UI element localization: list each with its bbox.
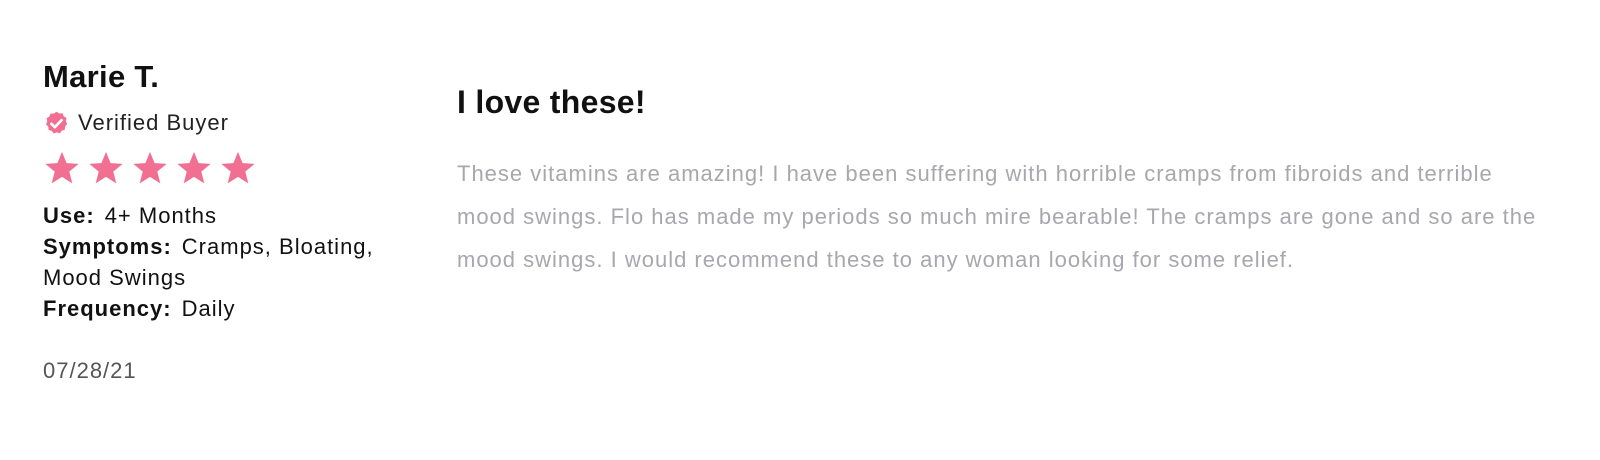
star-icon [131,149,169,187]
detail-frequency-key: Frequency: [43,296,172,321]
star-icon [175,149,213,187]
detail-symptoms: Symptoms: Cramps, Bloating, Mood Swings [43,231,423,293]
verified-buyer-label: Verified Buyer [78,110,229,135]
review-content: I love these! These vitamins are amazing… [457,80,1547,281]
review-title: I love these! [457,84,646,120]
verified-buyer-badge: Verified Buyer [43,108,423,138]
detail-use-value: 4+ Months [104,203,218,228]
detail-frequency: Frequency: Daily [43,293,423,324]
detail-frequency-value: Daily [181,296,236,321]
verified-badge-icon [43,110,70,137]
detail-use: Use: 4+ Months [43,200,423,231]
star-icon [87,149,125,187]
detail-symptoms-key: Symptoms: [43,234,172,259]
review-details: Use: 4+ Months Symptoms: Cramps, Bloating,… [43,200,423,324]
review-card: Marie T. Verified Buyer Use: 4+ Months S… [0,0,1600,460]
star-icon [43,149,81,187]
review-body: These vitamins are amazing! I have been … [457,161,1537,272]
detail-use-key: Use: [43,203,95,228]
star-rating [43,148,423,188]
reviewer-info: Marie T. Verified Buyer Use: 4+ Months S… [43,58,423,384]
star-icon [219,149,257,187]
reviewer-name: Marie T. [43,59,160,94]
review-date: 07/28/21 [43,358,137,383]
